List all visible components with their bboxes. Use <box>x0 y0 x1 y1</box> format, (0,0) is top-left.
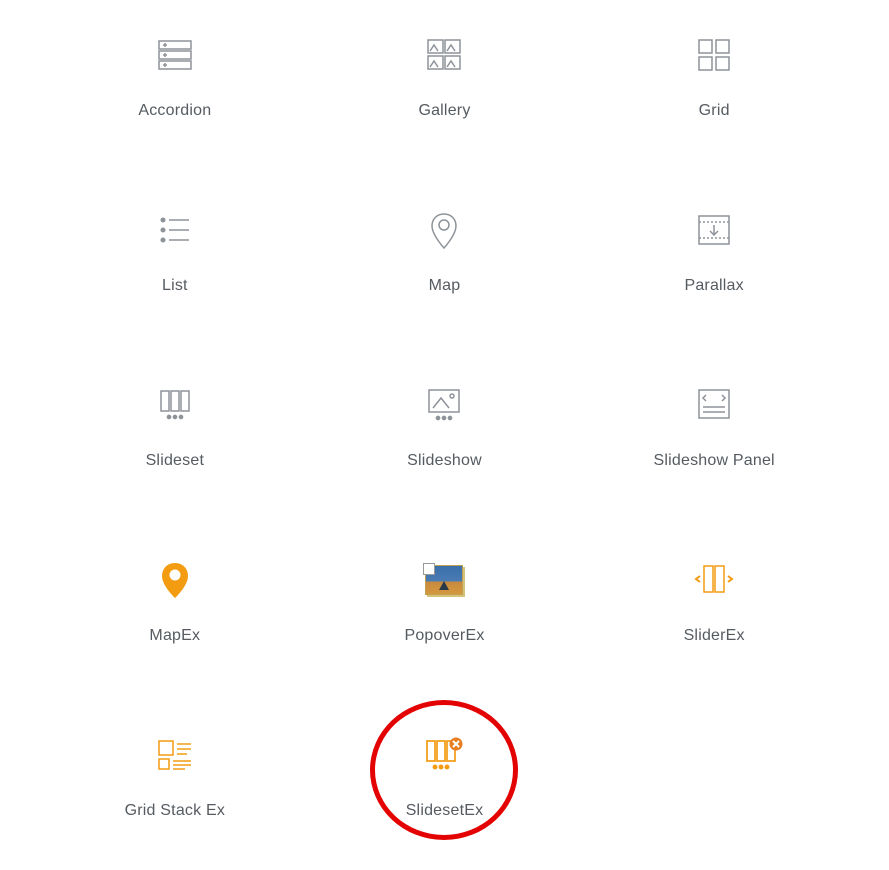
widget-item-popoverex[interactable]: PopoverEx <box>310 555 580 645</box>
widget-item-parallax[interactable]: Parallax <box>579 205 849 295</box>
widget-grid: Accordion Gallery Grid List Map Parallax… <box>0 10 889 860</box>
widget-item-accordion[interactable]: Accordion <box>40 30 310 120</box>
widget-item-slideshow[interactable]: Slideshow <box>310 380 580 470</box>
slidesetex-icon <box>423 730 465 780</box>
widget-item-list[interactable]: List <box>40 205 310 295</box>
widget-item-grid[interactable]: Grid <box>579 30 849 120</box>
widget-label: Parallax <box>684 277 743 295</box>
grid-icon <box>694 30 734 80</box>
widget-label: Slideshow <box>407 452 482 470</box>
sliderex-icon <box>692 555 736 605</box>
widget-label: SliderEx <box>684 627 745 645</box>
list-icon <box>155 205 195 255</box>
widget-label: Slideshow Panel <box>654 452 775 470</box>
slideshow-icon <box>424 380 464 430</box>
widget-item-map[interactable]: Map <box>310 205 580 295</box>
widget-label: PopoverEx <box>404 627 484 645</box>
slideset-icon <box>155 380 195 430</box>
mapex-icon <box>155 555 195 605</box>
parallax-icon <box>694 205 734 255</box>
widget-item-slidesetex[interactable]: SlidesetEx <box>310 730 580 820</box>
widget-label: Grid <box>699 102 730 120</box>
widget-item-slideshow-panel[interactable]: Slideshow Panel <box>579 380 849 470</box>
widget-label: List <box>162 277 188 295</box>
gallery-icon <box>424 30 464 80</box>
widget-item-gallery[interactable]: Gallery <box>310 30 580 120</box>
widget-label: Gallery <box>418 102 470 120</box>
widget-label: Slideset <box>146 452 205 470</box>
widget-item-slideset[interactable]: Slideset <box>40 380 310 470</box>
widget-item-mapex[interactable]: MapEx <box>40 555 310 645</box>
widget-item-sliderex[interactable]: SliderEx <box>579 555 849 645</box>
gridstackex-icon <box>155 730 195 780</box>
widget-label: Grid Stack Ex <box>125 802 225 820</box>
widget-label: Map <box>429 277 461 295</box>
widget-item-gridstackex[interactable]: Grid Stack Ex <box>40 730 310 820</box>
slideshowpanel-icon <box>694 380 734 430</box>
widget-label: MapEx <box>149 627 200 645</box>
widget-label: SlidesetEx <box>406 802 484 820</box>
popoverex-icon <box>425 555 463 605</box>
accordion-icon <box>155 30 195 80</box>
map-pin-icon <box>424 205 464 255</box>
widget-label: Accordion <box>138 102 211 120</box>
